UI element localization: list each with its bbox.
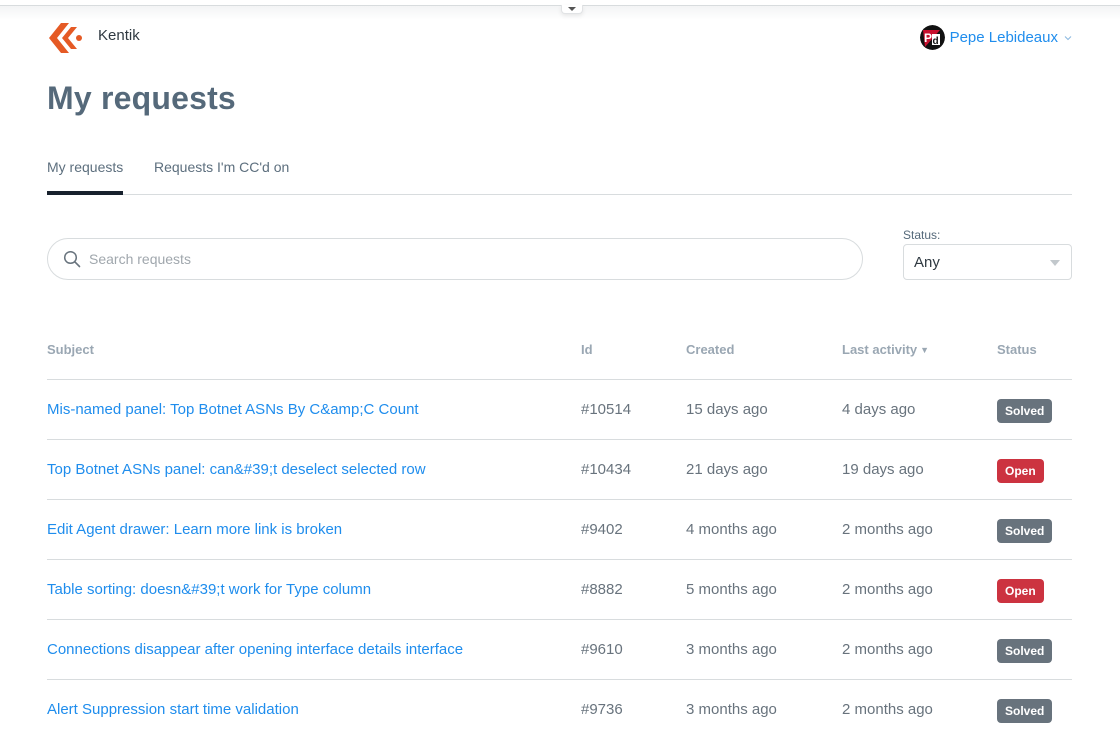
status-filter-select[interactable]: Any [903, 244, 1072, 280]
request-created: 21 days ago [686, 461, 768, 478]
tab-cc-requests[interactable]: Requests I'm CC'd on [154, 159, 289, 194]
status-filter-label: Status: [903, 228, 941, 242]
table-header: Subject Id Created Last activity ▼ Status [47, 320, 1072, 380]
table-row: Table sorting: doesn&#39;t work for Type… [47, 560, 1072, 620]
svg-text:P: P [924, 31, 932, 45]
dropdown-caret-icon [1050, 260, 1060, 266]
brand-name[interactable]: Kentik [98, 27, 140, 44]
page-title: My requests [47, 80, 236, 116]
request-last-activity: 2 months ago [842, 701, 933, 718]
column-header-status[interactable]: Status [997, 342, 1037, 357]
table-row: Top Botnet ASNs panel: can&#39;t deselec… [47, 440, 1072, 500]
status-badge: Solved [997, 519, 1053, 543]
status-badge: Solved [997, 639, 1053, 663]
sort-descending-icon: ▼ [920, 345, 930, 355]
request-created: 3 months ago [686, 701, 777, 718]
tab-my-requests[interactable]: My requests [47, 159, 124, 195]
request-last-activity: 2 months ago [842, 641, 933, 658]
request-created: 15 days ago [686, 401, 768, 418]
table-body: Mis-named panel: Top Botnet ASNs By C&am… [47, 380, 1072, 736]
request-last-activity: 4 days ago [842, 401, 916, 418]
user-menu[interactable]: P d Pepe Lebideaux [919, 25, 1072, 50]
status-filter-value: Any [914, 253, 940, 271]
status-badge: Solved [997, 399, 1053, 423]
request-id: #9610 [581, 641, 623, 658]
request-created: 4 months ago [686, 521, 777, 538]
top-frame-shadow [0, 6, 1120, 20]
svg-text:d: d [932, 36, 938, 47]
request-id: #9402 [581, 521, 623, 538]
search-box[interactable] [47, 238, 863, 280]
caret-down-icon [568, 7, 576, 11]
column-header-subject[interactable]: Subject [47, 342, 94, 357]
status-badge: Open [997, 579, 1044, 603]
request-id: #10434 [581, 461, 632, 478]
request-subject-link[interactable]: Alert Suppression start time validation [47, 701, 299, 718]
request-id: #9736 [581, 701, 623, 718]
header: Kentik P d Pepe Lebideaux [47, 20, 1072, 54]
request-subject-link[interactable]: Connections disappear after opening inte… [47, 641, 463, 658]
request-subject-link[interactable]: Top Botnet ASNs panel: can&#39;t deselec… [47, 461, 426, 478]
request-last-activity: 2 months ago [842, 581, 933, 598]
request-tabs: My requests Requests I'm CC'd on [47, 150, 1072, 195]
request-subject-link[interactable]: Table sorting: doesn&#39;t work for Type… [47, 581, 371, 598]
table-row: Mis-named panel: Top Botnet ASNs By C&am… [47, 380, 1072, 440]
table-row: Edit Agent drawer: Learn more link is br… [47, 500, 1072, 560]
search-input[interactable] [89, 251, 789, 267]
request-last-activity: 2 months ago [842, 521, 933, 538]
request-last-activity: 19 days ago [842, 461, 924, 478]
status-badge: Open [997, 459, 1044, 483]
search-icon [63, 250, 81, 268]
column-header-id[interactable]: Id [581, 342, 593, 357]
top-dropdown-toggle[interactable] [561, 5, 583, 14]
request-subject-link[interactable]: Edit Agent drawer: Learn more link is br… [47, 521, 342, 538]
request-subject-link[interactable]: Mis-named panel: Top Botnet ASNs By C&am… [47, 401, 419, 418]
kentik-logo-icon[interactable] [49, 22, 83, 54]
column-header-last-activity-label: Last activity [842, 342, 918, 357]
chevron-down-icon[interactable] [1064, 34, 1072, 42]
avatar: P d [919, 25, 945, 50]
user-name[interactable]: Pepe Lebideaux [950, 29, 1058, 46]
column-header-created[interactable]: Created [686, 342, 734, 357]
column-header-last-activity[interactable]: Last activity ▼ [842, 342, 929, 357]
requests-table: Subject Id Created Last activity ▼ Status… [47, 320, 1072, 736]
request-created: 3 months ago [686, 641, 777, 658]
request-id: #10514 [581, 401, 632, 418]
request-created: 5 months ago [686, 581, 777, 598]
table-row: Connections disappear after opening inte… [47, 620, 1072, 680]
request-id: #8882 [581, 581, 623, 598]
table-row: Alert Suppression start time validation #… [47, 680, 1072, 736]
status-badge: Solved [997, 699, 1053, 723]
